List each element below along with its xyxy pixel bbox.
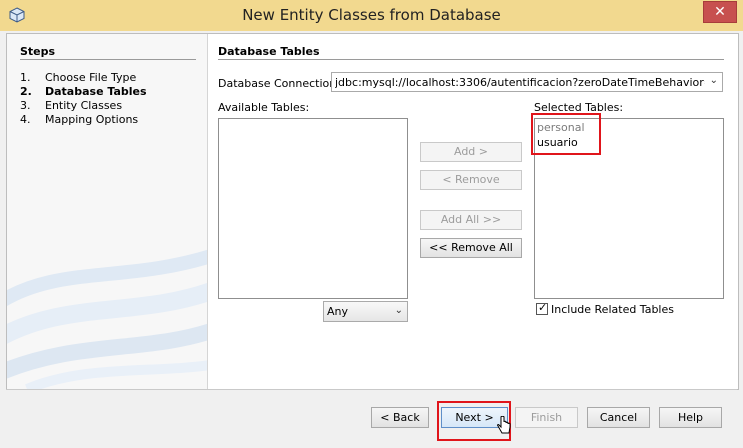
steps-pane: Steps 1. Choose File Type 2. Database Tabl… bbox=[7, 34, 208, 389]
remove-all-button[interactable]: << Remove All bbox=[420, 238, 522, 258]
checkmark-icon: ✓ bbox=[538, 301, 548, 314]
step-number: 4. bbox=[20, 113, 31, 126]
connection-dropdown[interactable]: jdbc:mysql://localhost:3306/autentificac… bbox=[331, 72, 723, 92]
title-bar: New Entity Classes from Database ✕ bbox=[0, 0, 743, 32]
finish-button[interactable]: Finish bbox=[515, 407, 578, 428]
step-label: Choose File Type bbox=[45, 71, 137, 84]
hand-cursor-icon bbox=[497, 416, 511, 434]
chevron-down-icon: ⌄ bbox=[709, 75, 718, 86]
database-tables-pane: Database Tables Database Connection: jdb… bbox=[218, 34, 738, 389]
footer-divider bbox=[6, 389, 737, 390]
remove-button[interactable]: < Remove bbox=[420, 170, 522, 190]
dialog-body: Steps 1. Choose File Type 2. Database Tabl… bbox=[0, 31, 743, 448]
decorative-swoosh bbox=[7, 249, 207, 389]
section-divider bbox=[218, 59, 724, 60]
help-button[interactable]: Help bbox=[659, 407, 722, 428]
step-label: Database Tables bbox=[45, 85, 147, 98]
step-number: 3. bbox=[20, 99, 31, 112]
available-tables-label: Available Tables: bbox=[218, 101, 310, 114]
highlight-annotation bbox=[531, 113, 601, 155]
step-3: 3. Entity Classes bbox=[20, 99, 147, 113]
back-button[interactable]: < Back bbox=[371, 407, 429, 428]
chevron-down-icon: ⌄ bbox=[394, 305, 403, 316]
steps-heading: Steps bbox=[20, 45, 56, 58]
include-related-checkbox[interactable]: ✓ bbox=[536, 301, 548, 315]
section-title: Database Tables bbox=[218, 45, 320, 58]
step-1: 1. Choose File Type bbox=[20, 71, 147, 85]
include-related-label: Include Related Tables bbox=[551, 303, 674, 316]
add-all-button[interactable]: Add All >> bbox=[420, 210, 522, 230]
window-title: New Entity Classes from Database bbox=[242, 6, 501, 24]
add-button[interactable]: Add > bbox=[420, 142, 522, 162]
step-2: 2. Database Tables bbox=[20, 85, 147, 99]
available-tables-list[interactable] bbox=[218, 118, 408, 299]
table-filter-dropdown[interactable]: Any ⌄ bbox=[323, 301, 408, 322]
cancel-button[interactable]: Cancel bbox=[587, 407, 650, 428]
step-number: 1. bbox=[20, 71, 31, 84]
close-icon: ✕ bbox=[714, 4, 726, 20]
connection-label: Database Connection: bbox=[218, 77, 340, 90]
steps-list: 1. Choose File Type 2. Database Tables 3. E… bbox=[20, 71, 147, 127]
connection-value: jdbc:mysql://localhost:3306/autentificac… bbox=[335, 76, 705, 89]
step-4: 4. Mapping Options bbox=[20, 113, 147, 127]
table-filter-value: Any bbox=[327, 305, 349, 318]
steps-divider bbox=[20, 59, 196, 60]
step-label: Entity Classes bbox=[45, 99, 123, 112]
step-label: Mapping Options bbox=[45, 113, 139, 126]
step-number: 2. bbox=[20, 85, 32, 98]
close-button[interactable]: ✕ bbox=[703, 1, 737, 23]
wizard-content: Steps 1. Choose File Type 2. Database Tabl… bbox=[6, 33, 739, 390]
